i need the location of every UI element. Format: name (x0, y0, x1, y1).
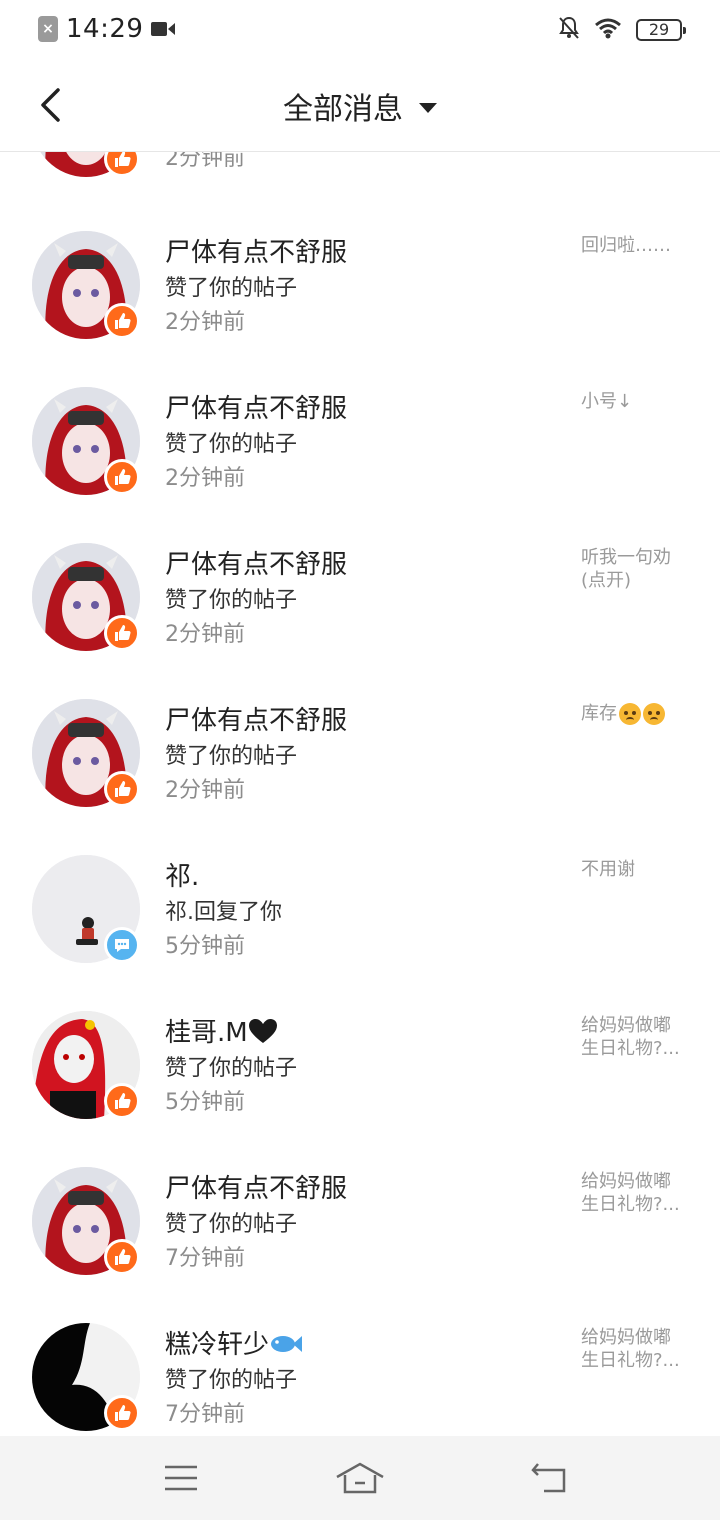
message-action: 赞了你的帖子 (165, 1368, 298, 1393)
post-preview[interactable]: 给妈妈做嘟生日礼物?... (581, 1170, 685, 1216)
list-item[interactable]: 尸体有点不舒服 赞了你的帖子 2分钟前 小号↓ (0, 384, 720, 540)
like-badge-icon (104, 1395, 140, 1431)
message-action: 赞了你的帖子 (165, 432, 298, 457)
message-filter-dropdown[interactable]: 全部消息 (0, 84, 720, 128)
post-preview[interactable]: 库存 (581, 702, 701, 725)
menu-icon (165, 1465, 197, 1491)
list-item[interactable]: 糕冷轩少 赞了你的帖子 7分钟前 给妈妈做嘟生日礼物?... (0, 1320, 720, 1436)
crying-face-icon (619, 703, 641, 725)
message-time: 2分钟前 (165, 310, 245, 335)
caret-down-icon (419, 103, 437, 113)
user-name[interactable]: 尸体有点不舒服 (165, 700, 347, 737)
user-name[interactable]: 尸体有点不舒服 (165, 544, 347, 581)
message-action: 赞了你的帖子 (165, 1056, 298, 1081)
user-name[interactable]: 尸体有点不舒服 (165, 1168, 347, 1205)
home-icon (336, 1462, 384, 1494)
crying-face-icon (643, 703, 665, 725)
message-time: 7分钟前 (165, 1246, 245, 1271)
message-time: 2分钟前 (165, 466, 245, 491)
list-item[interactable]: 祁. 祁.回复了你 5分钟前 不用谢 (0, 852, 720, 1008)
status-time: 14:29 (66, 14, 144, 44)
user-name[interactable]: 尸体有点不舒服 (165, 232, 347, 269)
user-name: 桂哥.M (165, 1018, 248, 1048)
home-button[interactable] (330, 1456, 390, 1500)
post-preview-text: 库存 (581, 703, 617, 724)
list-item[interactable]: 2分钟前 (0, 152, 720, 228)
header: 全部消息 (0, 60, 720, 152)
back-icon (531, 1463, 566, 1493)
wifi-icon (594, 17, 622, 43)
back-nav-button[interactable] (519, 1456, 579, 1500)
battery-icon: 29 (636, 19, 686, 41)
page-title: 全部消息 (283, 92, 403, 127)
message-action: 赞了你的帖子 (165, 1212, 298, 1237)
like-badge-icon (104, 1239, 140, 1275)
message-action: 赞了你的帖子 (165, 744, 298, 769)
list-item[interactable]: 桂哥.M 赞了你的帖子 5分钟前 给妈妈做嘟生日礼物?... (0, 1008, 720, 1164)
message-action: 祁.回复了你 (165, 900, 282, 925)
black-heart-icon (248, 1019, 277, 1043)
like-badge-icon (104, 615, 140, 651)
like-badge-icon (104, 303, 140, 339)
list-item[interactable]: 尸体有点不舒服 赞了你的帖子 2分钟前 回归啦…… (0, 228, 720, 384)
message-list[interactable]: 2分钟前 尸体有点不舒服 赞了你的帖子 2分钟前 回归啦…… 尸体有点不舒服 赞… (0, 152, 720, 1436)
post-preview[interactable]: 小号↓ (581, 390, 685, 413)
like-badge-icon (104, 152, 140, 177)
reply-badge-icon (104, 927, 140, 963)
bell-muted-icon (558, 16, 580, 44)
message-time: 2分钟前 (165, 152, 245, 171)
post-preview[interactable]: 给妈妈做嘟生日礼物?... (581, 1326, 685, 1372)
status-bar: × 14:29 29 (0, 0, 720, 60)
menu-button[interactable] (151, 1456, 211, 1500)
list-item[interactable]: 尸体有点不舒服 赞了你的帖子 2分钟前 听我一句劝(点开) (0, 540, 720, 696)
sim-off-icon: × (38, 16, 58, 42)
post-preview[interactable]: 听我一句劝(点开) (581, 546, 685, 592)
user-name[interactable]: 尸体有点不舒服 (165, 388, 347, 425)
post-preview[interactable]: 回归啦…… (581, 234, 685, 257)
message-action: 赞了你的帖子 (165, 276, 298, 301)
post-preview[interactable]: 给妈妈做嘟生日礼物?... (581, 1014, 685, 1060)
like-badge-icon (104, 771, 140, 807)
fish-icon (271, 1336, 303, 1352)
message-time: 2分钟前 (165, 778, 245, 803)
system-nav-bar (0, 1436, 720, 1520)
user-name[interactable]: 祁. (165, 856, 199, 893)
user-name-with-fish[interactable]: 糕冷轩少 (165, 1324, 303, 1361)
message-action: 赞了你的帖子 (165, 588, 298, 613)
message-time: 5分钟前 (165, 934, 245, 959)
message-time: 2分钟前 (165, 622, 245, 647)
post-preview[interactable]: 不用谢 (581, 858, 685, 881)
message-time: 5分钟前 (165, 1090, 245, 1115)
user-name: 糕冷轩少 (165, 1330, 270, 1360)
message-time: 7分钟前 (165, 1402, 245, 1427)
user-name-with-heart[interactable]: 桂哥.M (165, 1012, 278, 1049)
like-badge-icon (104, 459, 140, 495)
like-badge-icon (104, 1083, 140, 1119)
list-item[interactable]: 尸体有点不舒服 赞了你的帖子 2分钟前 库存 (0, 696, 720, 852)
list-item[interactable]: 尸体有点不舒服 赞了你的帖子 7分钟前 给妈妈做嘟生日礼物?... (0, 1164, 720, 1320)
video-camera-icon (151, 20, 176, 38)
battery-level: 29 (648, 20, 670, 39)
